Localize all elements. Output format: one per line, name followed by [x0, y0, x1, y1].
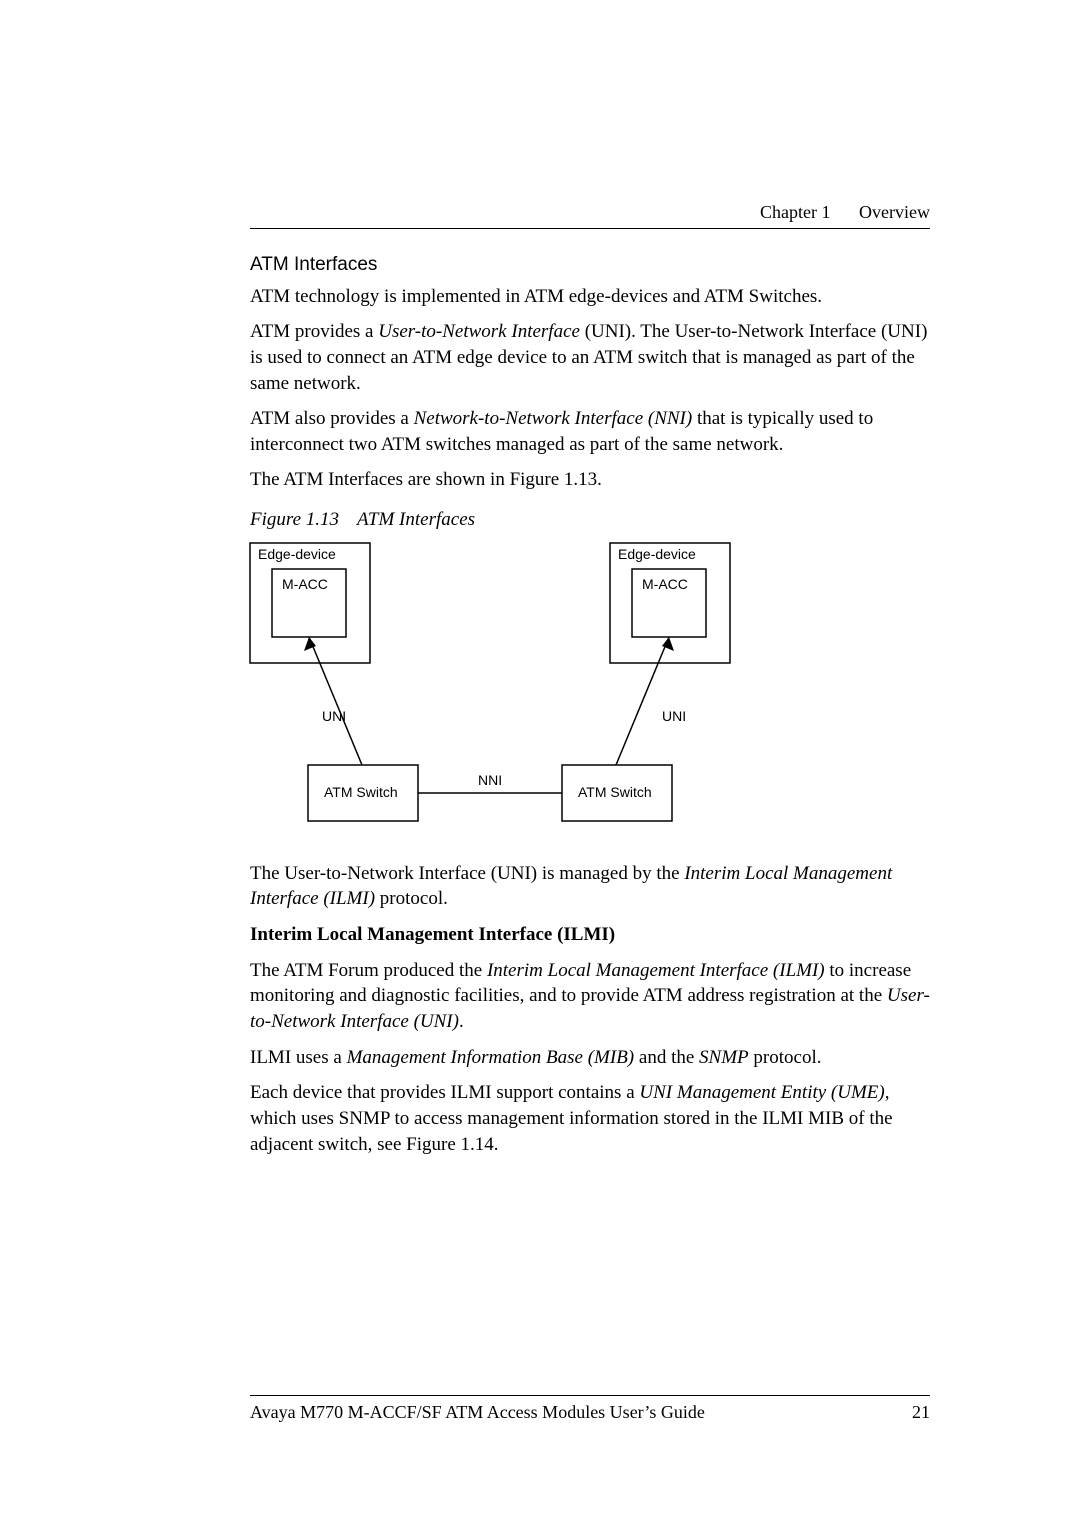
text: The User-to-Network Interface (UNI) is m…	[250, 863, 684, 884]
text: protocol.	[375, 888, 448, 909]
text: ATM also provides a	[250, 408, 414, 429]
paragraph: ILMI uses a Management Information Base …	[250, 1045, 930, 1071]
bold-heading: Interim Local Management Interface (ILMI…	[250, 922, 930, 948]
diagram-label-edge-device: Edge-device	[618, 546, 696, 562]
footer-text: Avaya M770 M-ACCF/SF ATM Access Modules …	[250, 1402, 705, 1422]
paragraph: Each device that provides ILMI support c…	[250, 1080, 930, 1157]
paragraph: ATM provides a User-to-Network Interface…	[250, 319, 930, 396]
text: ILMI uses a	[250, 1047, 347, 1068]
paragraph: The User-to-Network Interface (UNI) is m…	[250, 861, 930, 912]
emphasis: Management Information Base (MIB)	[347, 1047, 635, 1068]
figure-caption: Figure 1.13 ATM Interfaces	[250, 507, 930, 533]
content: ATM Interfaces ATM technology is impleme…	[250, 252, 930, 1167]
paragraph: The ATM Interfaces are shown in Figure 1…	[250, 467, 930, 493]
figure-diagram: Edge-device M-ACC Edge-device M-ACC UNI …	[250, 543, 730, 843]
emphasis: Interim Local Management Interface (ILMI…	[487, 960, 825, 981]
paragraph: ATM also provides a Network-to-Network I…	[250, 406, 930, 457]
paragraph: ATM technology is implemented in ATM edg…	[250, 284, 930, 310]
text: The ATM Forum produced the	[250, 960, 487, 981]
footer-rule	[250, 1395, 930, 1396]
figure-title: ATM Interfaces	[357, 509, 475, 530]
diagram-label-macc: M-ACC	[282, 576, 328, 592]
diagram-label-uni: UNI	[662, 708, 686, 724]
text: ATM provides a	[250, 321, 378, 342]
chapter-label: Chapter 1	[760, 202, 830, 222]
paragraph: The ATM Forum produced the Interim Local…	[250, 958, 930, 1035]
diagram-label-atm-switch: ATM Switch	[324, 784, 398, 800]
text: protocol.	[749, 1047, 822, 1068]
page: Chapter 1 Overview ATM Interfaces ATM te…	[0, 0, 1080, 1528]
diagram-label-atm-switch: ATM Switch	[578, 784, 652, 800]
emphasis: Network-to-Network Interface (NNI)	[414, 408, 693, 429]
footer: Avaya M770 M-ACCF/SF ATM Access Modules …	[250, 1400, 930, 1424]
diagram-label-uni: UNI	[322, 708, 346, 724]
emphasis: UNI Management Entity (UME)	[639, 1082, 884, 1103]
chapter-title: Overview	[859, 202, 930, 222]
text: .	[459, 1011, 464, 1032]
emphasis: User-to-Network Interface	[378, 321, 580, 342]
diagram-label-edge-device: Edge-device	[258, 546, 336, 562]
diagram-label-macc: M-ACC	[642, 576, 688, 592]
diagram-label-nni: NNI	[478, 772, 502, 788]
header-rule	[250, 228, 930, 229]
text: and the	[634, 1047, 699, 1068]
section-heading: ATM Interfaces	[250, 252, 930, 278]
page-number: 21	[912, 1400, 930, 1424]
figure-label: Figure 1.13	[250, 509, 339, 530]
running-header: Chapter 1 Overview	[760, 200, 930, 224]
text: Each device that provides ILMI support c…	[250, 1082, 639, 1103]
emphasis: SNMP	[699, 1047, 749, 1068]
